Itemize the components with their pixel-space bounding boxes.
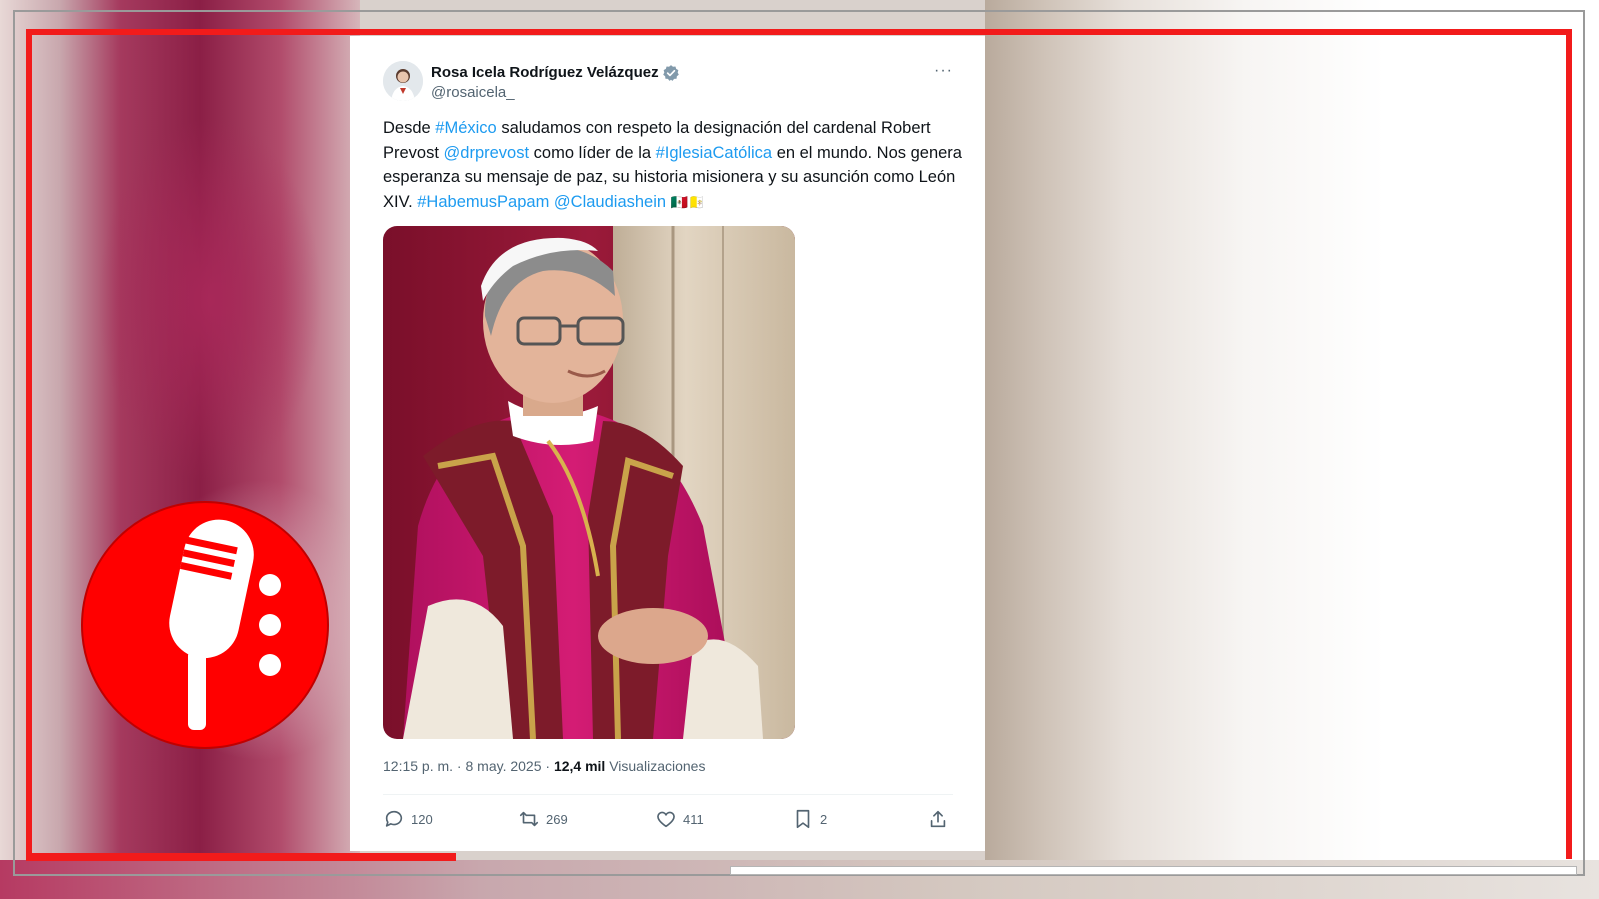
flag-emojis: 🇲🇽🇻🇦	[670, 193, 706, 210]
timestamp[interactable]: 12:15 p. m. · 8 may. 2025 ·	[383, 758, 554, 774]
avatar[interactable]	[383, 61, 423, 101]
frame-white-bottom	[730, 866, 1577, 875]
share-button[interactable]	[927, 806, 949, 832]
frame-red-left	[26, 29, 32, 859]
frame-red-bottom	[26, 853, 456, 861]
like-icon	[657, 811, 675, 828]
repost-count: 269	[546, 811, 568, 827]
microphone-logo-icon	[80, 500, 330, 750]
action-bar: 120 269 411 2	[383, 806, 953, 832]
tweet-card: Rosa Icela Rodríguez Velázquez @rosaicel…	[350, 36, 985, 851]
hashtag-mexico[interactable]: #México	[435, 119, 496, 137]
views-label: Visualizaciones	[605, 758, 706, 774]
like-button[interactable]: 411	[655, 806, 704, 832]
hashtag-iglesia-catolica[interactable]: #IglesiaCatólica	[656, 144, 772, 162]
mention-claudiashein[interactable]: @Claudiashein	[554, 193, 666, 211]
text-part: Desde	[383, 119, 436, 137]
frame-red-top	[26, 29, 1572, 35]
verified-badge-icon	[662, 64, 680, 82]
reply-count: 120	[411, 811, 433, 827]
author-handle[interactable]: @rosaicela_	[431, 84, 515, 101]
tweet-text: Desde #México saludamos con respeto la d…	[383, 116, 963, 214]
reply-icon	[385, 810, 403, 827]
mention-drprevost[interactable]: @drprevost	[444, 144, 530, 162]
bookmark-count: 2	[820, 811, 828, 827]
tweet-photo[interactable]	[383, 226, 795, 739]
text-part: como líder de la	[529, 143, 656, 162]
bookmark-icon	[796, 809, 810, 829]
frame-red-right	[1566, 29, 1572, 859]
share-icon	[930, 810, 946, 828]
tweet-meta: 12:15 p. m. · 8 may. 2025 · 12,4 mil Vis…	[383, 758, 705, 774]
author-name[interactable]: Rosa Icela Rodríguez Velázquez	[431, 64, 659, 81]
like-count: 411	[683, 811, 704, 827]
bookmark-button[interactable]: 2	[792, 806, 827, 832]
views-count: 12,4 mil	[553, 758, 606, 774]
reply-button[interactable]: 120	[383, 806, 433, 832]
repost-button[interactable]: 269	[518, 806, 568, 832]
hashtag-habemus-papam[interactable]: #HabemusPapam	[417, 193, 549, 211]
divider	[383, 794, 953, 795]
repost-icon	[519, 811, 539, 827]
more-icon[interactable]: ···	[934, 62, 953, 80]
